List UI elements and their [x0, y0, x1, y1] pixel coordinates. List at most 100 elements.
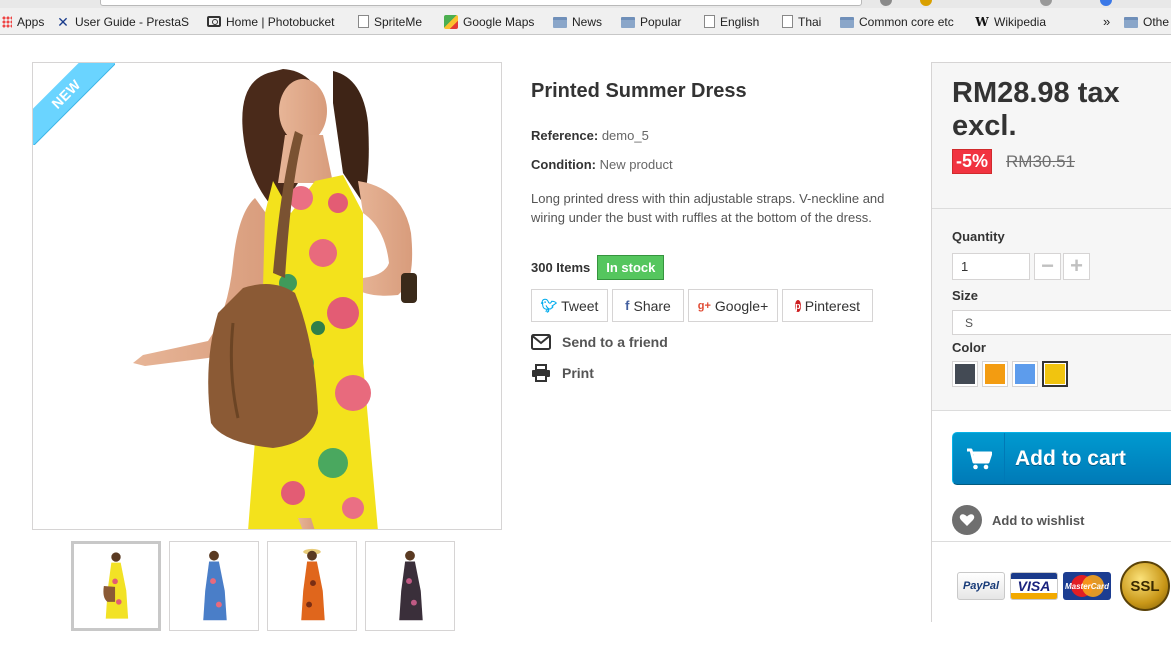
thumbnail-image — [203, 550, 227, 621]
thumbnail-image — [301, 548, 325, 621]
quantity-input[interactable]: 1 — [952, 253, 1030, 280]
google-plus-icon: g+ — [697, 299, 711, 312]
pinterest-button[interactable]: p Pinterest — [782, 289, 873, 322]
visa-logo: VISA — [1010, 572, 1058, 600]
share-button[interactable]: f Share — [612, 289, 684, 322]
send-to-friend-label: Send to a friend — [562, 334, 668, 350]
print-label: Print — [562, 365, 594, 381]
bookmark-user-guide[interactable]: ✕ User Guide - PrestaS — [56, 13, 189, 30]
color-swatch-yellow[interactable] — [1042, 361, 1068, 387]
color-swatch-blue[interactable] — [1012, 361, 1038, 387]
bookmark-label: Common core etc — [859, 14, 954, 29]
product-description: Long printed dress with thin adjustable … — [531, 191, 885, 225]
paypal-logo: PayPal — [957, 572, 1005, 600]
folder-icon — [621, 17, 635, 28]
bookmark-label: News — [572, 14, 603, 29]
bookmark-label: Google Maps — [463, 14, 535, 29]
extension-icon[interactable] — [920, 0, 932, 6]
bookmark-label: User Guide - PrestaS — [75, 14, 190, 29]
add-to-wishlist-label: Add to wishlist — [992, 512, 1085, 528]
items-count: 300 Items — [531, 259, 591, 275]
print-link[interactable]: Print — [531, 364, 594, 382]
quantity-label: Quantity — [952, 229, 1005, 244]
product-title: Printed Summer Dress — [531, 80, 747, 102]
cart-icon-wrapper — [953, 433, 1005, 484]
quantity-decrease-button[interactable]: − — [1034, 253, 1061, 280]
envelope-icon — [531, 334, 551, 350]
address-bar[interactable] — [100, 0, 862, 6]
social-share-buttons: 🐦︎ Tweet f Share g+ Google+ p Pinterest — [531, 289, 873, 322]
extension-icon[interactable] — [1040, 0, 1052, 6]
extension-icon[interactable] — [1100, 0, 1112, 6]
send-to-friend-link[interactable]: Send to a friend — [531, 334, 668, 350]
old-price: RM30.51 — [1006, 151, 1075, 171]
bookmarks-overflow-button[interactable]: » — [1103, 13, 1110, 30]
prestashop-x-icon: ✕ — [57, 13, 69, 30]
share-label: Share — [633, 297, 671, 314]
bookmark-photobucket[interactable]: Home | Photobucket — [207, 13, 335, 30]
bookmark-thai[interactable]: Thai — [782, 13, 821, 30]
browser-toolbar-edge — [0, 0, 1171, 8]
bookmark-news[interactable]: News — [553, 13, 602, 30]
reference-value: demo_5 — [601, 128, 649, 143]
printer-icon — [532, 364, 550, 382]
bookmark-popular[interactable]: Popular — [621, 13, 681, 30]
ssl-badge-icon: SSL — [1120, 561, 1170, 611]
folder-icon — [553, 17, 567, 28]
reference-label: Reference: — [531, 128, 599, 143]
wishlist-heart-icon — [952, 505, 982, 535]
divider — [932, 208, 1171, 209]
wikipedia-icon: W — [975, 14, 989, 29]
buy-box: RM28.98 tax excl. -5% RM30.51 Quantity 1… — [931, 62, 1171, 622]
discount-badge: -5% — [952, 149, 993, 174]
camera-icon — [207, 16, 221, 27]
color-swatch-orange[interactable] — [982, 361, 1008, 387]
thumbnail-blue-dress[interactable] — [169, 541, 259, 631]
new-ribbon-container: NEW — [33, 63, 115, 145]
page-icon — [782, 15, 793, 28]
tweet-button[interactable]: 🐦︎ Tweet — [531, 289, 608, 322]
quantity-increase-button[interactable]: + — [1063, 253, 1090, 280]
mastercard-logo: MasterCard — [1063, 572, 1111, 600]
size-select[interactable]: S — [952, 310, 1171, 335]
bookmark-spriteme[interactable]: SpriteMe — [358, 13, 422, 30]
color-swatch-dark-gray[interactable] — [952, 361, 978, 387]
product-main-image[interactable]: NEW — [32, 62, 502, 530]
extension-icon[interactable] — [880, 0, 892, 6]
thumbnail-image — [399, 550, 423, 621]
thumbnail-image — [103, 552, 129, 619]
bookmark-common-core[interactable]: Common core etc — [840, 13, 954, 30]
bookmark-other[interactable]: Othe — [1124, 13, 1169, 30]
google-maps-icon — [444, 14, 458, 29]
discount-row: -5% RM30.51 — [952, 149, 1075, 174]
bookmark-label: Othe — [1143, 14, 1170, 29]
overflow-label: » — [1103, 14, 1111, 29]
color-swatches — [952, 361, 1068, 387]
add-to-wishlist-link[interactable]: Add to wishlist — [952, 505, 1084, 535]
color-label: Color — [952, 340, 986, 355]
size-label: Size — [952, 288, 979, 303]
size-selected-value: S — [965, 316, 974, 330]
bookmark-google-maps[interactable]: Google Maps — [444, 13, 534, 30]
stock-badge: In stock — [597, 254, 665, 280]
page-icon — [704, 15, 715, 28]
bookmark-english[interactable]: English — [704, 13, 759, 30]
bookmark-apps[interactable]: Apps — [2, 13, 44, 30]
bookmark-label: English — [720, 14, 760, 29]
bookmark-label: SpriteMe — [374, 14, 423, 29]
shopping-cart-icon — [966, 448, 992, 469]
thumbnail-yellow-dress[interactable] — [71, 541, 161, 631]
condition-value: New product — [599, 157, 673, 172]
product-reference: Reference: demo_5 — [531, 128, 649, 143]
twitter-icon: 🐦︎ — [540, 297, 558, 313]
google-plus-button[interactable]: g+ Google+ — [688, 289, 778, 322]
add-to-cart-label: Add to cart — [1015, 446, 1126, 470]
pinterest-label: Pinterest — [804, 297, 860, 314]
product-price: RM28.98 tax excl. — [952, 77, 1120, 142]
bookmark-wikipedia[interactable]: W Wikipedia — [975, 13, 1046, 30]
google-plus-label: Google+ — [714, 297, 769, 314]
thumbnail-orange-dress[interactable] — [267, 541, 357, 631]
add-to-cart-button[interactable]: Add to cart — [952, 432, 1171, 485]
thumbnail-black-dress[interactable] — [365, 541, 455, 631]
bookmark-label: Wikipedia — [994, 14, 1047, 29]
